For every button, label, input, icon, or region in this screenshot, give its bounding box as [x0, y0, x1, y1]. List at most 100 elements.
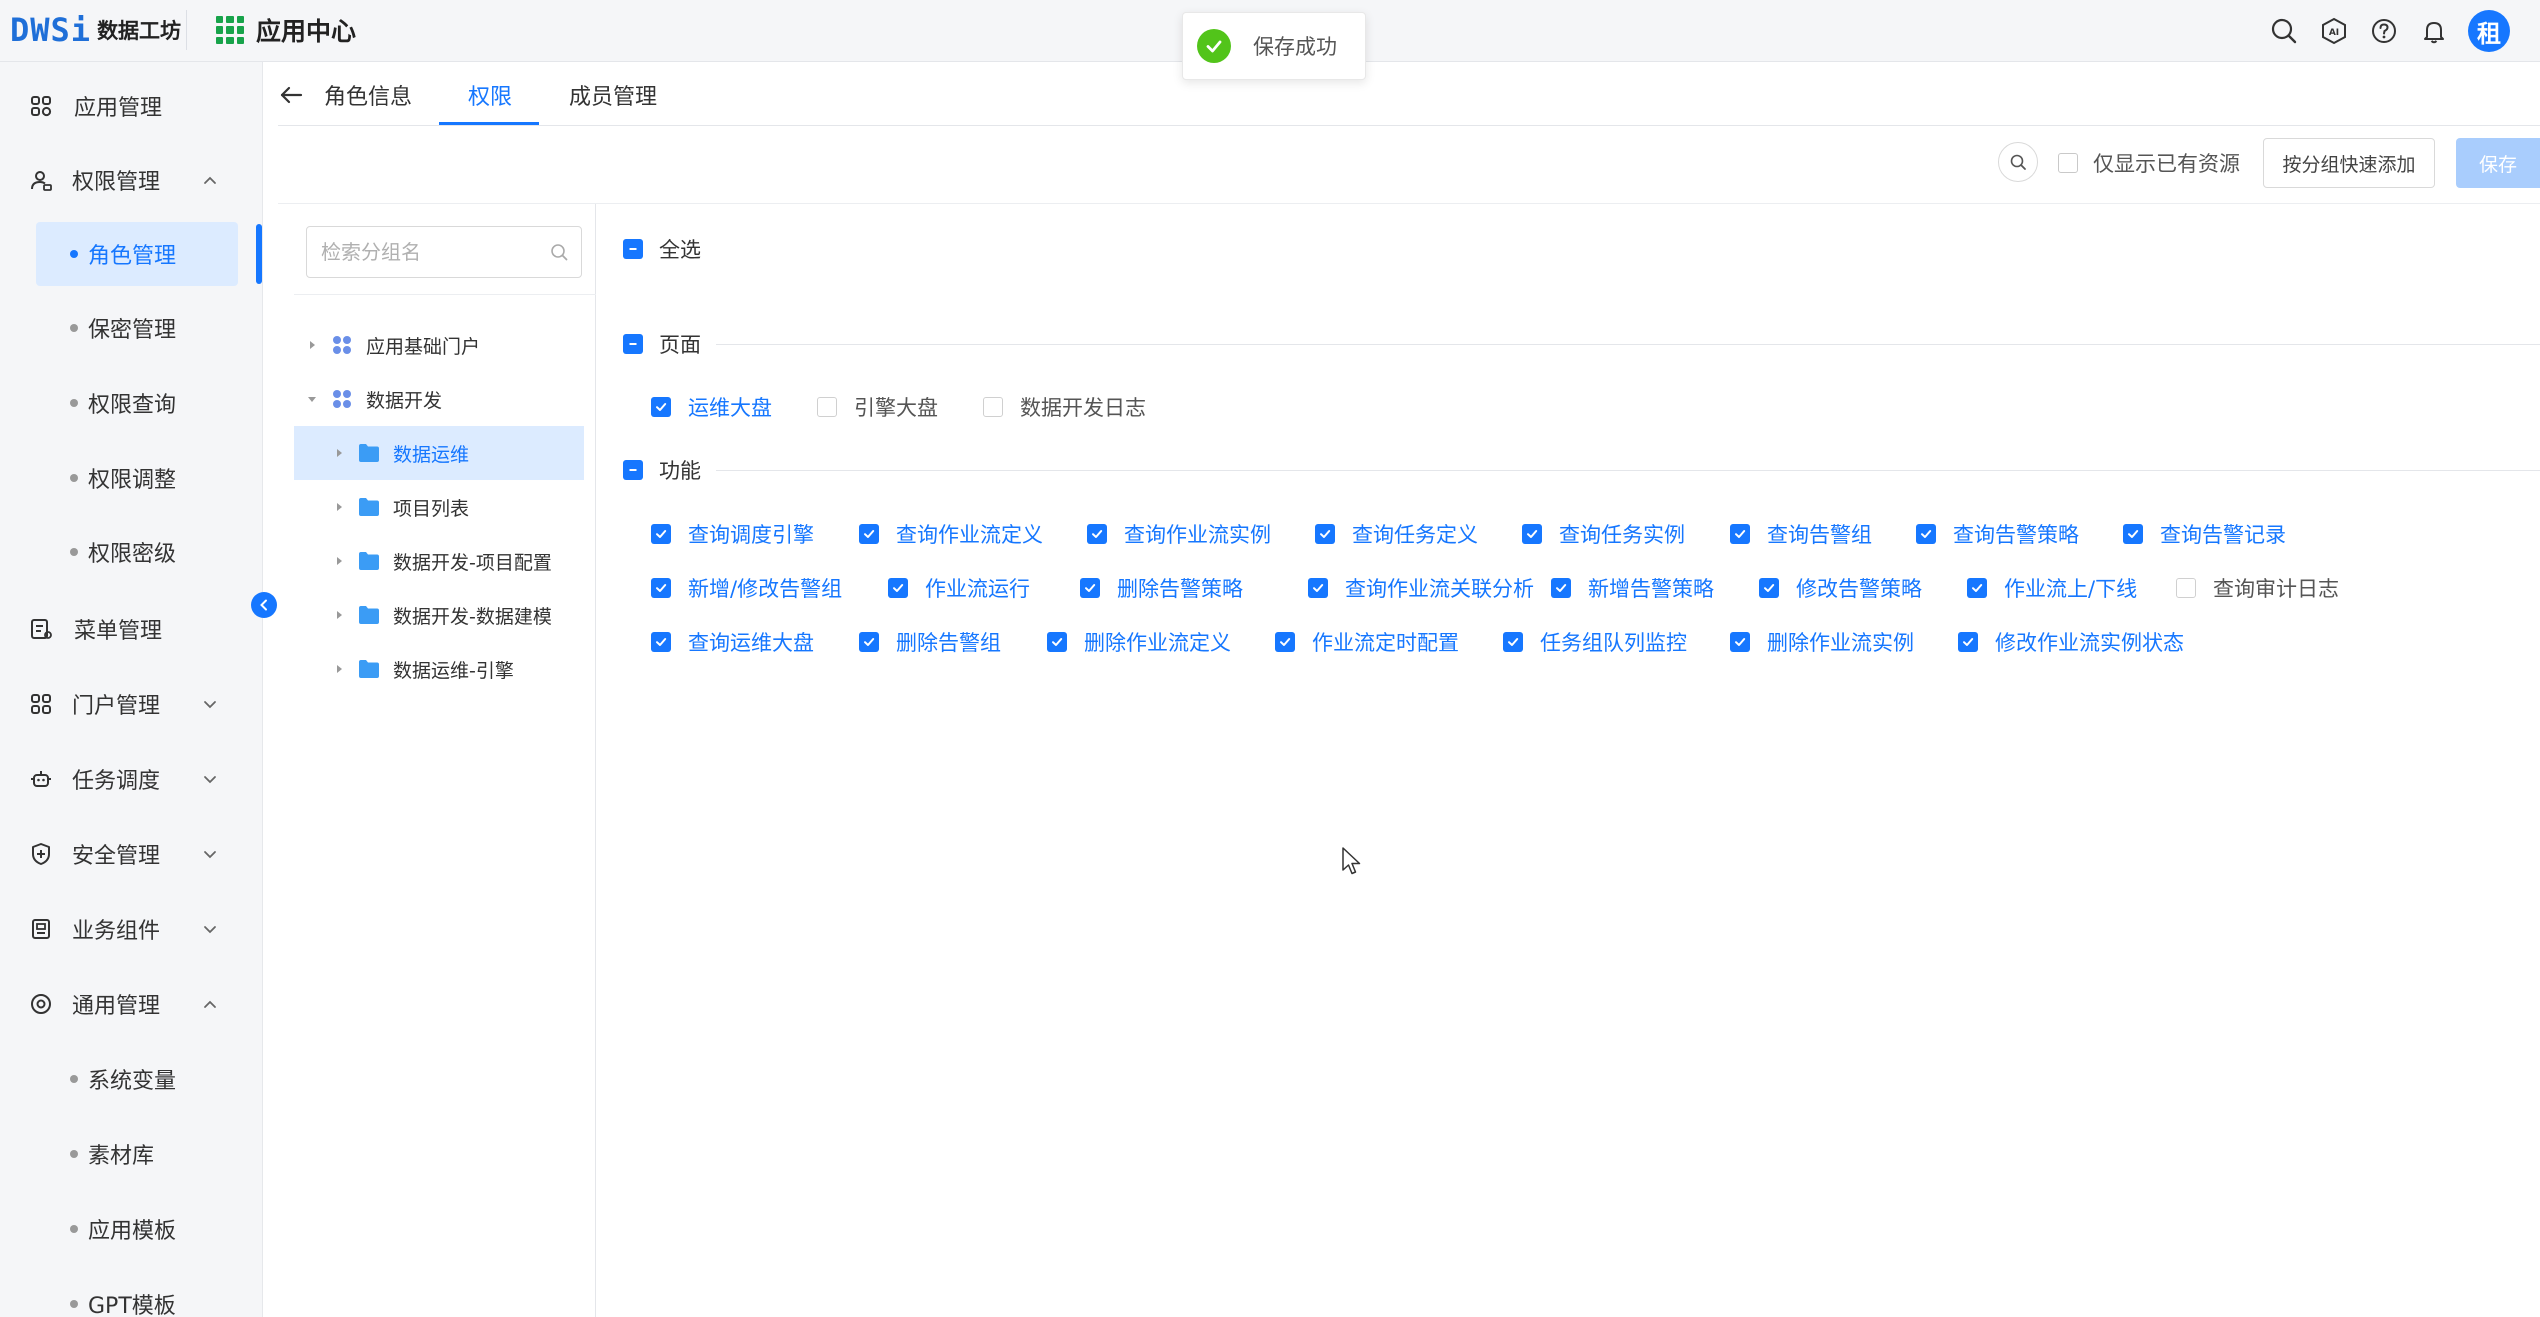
permission-checkbox[interactable]: [1275, 632, 1295, 652]
select-all[interactable]: 全选: [623, 234, 701, 264]
sidebar-subitem-permission-adjust[interactable]: 权限调整: [0, 446, 262, 510]
app-center-link[interactable]: 应用中心: [216, 10, 356, 50]
sidebar-subitem-permission-query[interactable]: 权限查询: [0, 371, 262, 435]
sidebar-subitem-system-variables[interactable]: 系统变量: [0, 1047, 262, 1111]
permission-checkbox[interactable]: [859, 524, 879, 544]
page-permission-item[interactable]: 运维大盘: [651, 392, 772, 422]
caret-right-icon[interactable]: [332, 662, 346, 676]
tree-node-data-modeling[interactable]: 数据开发-数据建模: [294, 588, 584, 642]
permission-checkbox[interactable]: [651, 632, 671, 652]
permission-checkbox[interactable]: [1308, 578, 1328, 598]
permission-checkbox[interactable]: [1315, 524, 1335, 544]
caret-right-icon[interactable]: [305, 338, 319, 352]
function-permission-item[interactable]: 新增/修改告警组: [651, 573, 842, 603]
sidebar-subitem-role-management[interactable]: 角色管理: [36, 222, 238, 286]
permission-checkbox[interactable]: [859, 632, 879, 652]
sidebar-item-general-management[interactable]: 通用管理: [0, 972, 262, 1036]
tree-node-data-ops[interactable]: 数据运维: [294, 426, 584, 480]
function-permission-item[interactable]: 查询作业流实例: [1087, 519, 1271, 549]
group-quick-add-button[interactable]: 按分组快速添加: [2263, 138, 2435, 188]
permission-checkbox[interactable]: [1087, 524, 1107, 544]
permission-checkbox[interactable]: [983, 397, 1003, 417]
permission-checkbox[interactable]: [1730, 632, 1750, 652]
sidebar-item-security-management[interactable]: 安全管理: [0, 822, 262, 886]
sidebar-item-permission-management[interactable]: 权限管理: [0, 148, 262, 212]
caret-right-icon[interactable]: [332, 554, 346, 568]
bell-icon[interactable]: [2418, 15, 2450, 47]
function-permission-item[interactable]: 查询告警组: [1730, 519, 1872, 549]
permission-checkbox[interactable]: [1967, 578, 1987, 598]
function-permission-item[interactable]: 查询任务实例: [1522, 519, 1685, 549]
caret-right-icon[interactable]: [332, 608, 346, 622]
permission-checkbox[interactable]: [651, 524, 671, 544]
search-icon[interactable]: [2268, 15, 2300, 47]
sidebar-item-app-management[interactable]: 应用管理: [0, 74, 262, 138]
sidebar-item-portal-management[interactable]: 门户管理: [0, 672, 262, 736]
function-permission-item[interactable]: 查询审计日志: [2176, 573, 2339, 603]
permission-checkbox[interactable]: [1080, 578, 1100, 598]
permission-checkbox[interactable]: [2176, 578, 2196, 598]
permission-checkbox[interactable]: [651, 397, 671, 417]
section-functions[interactable]: 功能: [623, 455, 701, 485]
function-permission-item[interactable]: 查询作业流定义: [859, 519, 1043, 549]
function-permission-item[interactable]: 修改告警策略: [1759, 573, 1922, 603]
caret-right-icon[interactable]: [332, 500, 346, 514]
function-permission-item[interactable]: 查询调度引擎: [651, 519, 814, 549]
function-permission-item[interactable]: 查询告警记录: [2123, 519, 2286, 549]
sidebar-subitem-asset-library[interactable]: 素材库: [0, 1122, 262, 1186]
pages-checkbox[interactable]: [623, 334, 643, 354]
function-permission-item[interactable]: 删除告警组: [859, 627, 1001, 657]
function-permission-item[interactable]: 查询告警策略: [1916, 519, 2079, 549]
sidebar-subitem-secrecy-management[interactable]: 保密管理: [0, 296, 262, 360]
permission-checkbox[interactable]: [1958, 632, 1978, 652]
only-existing-toggle[interactable]: 仅显示已有资源: [2058, 148, 2240, 178]
sidebar-item-menu-management[interactable]: 菜单管理: [0, 597, 262, 661]
help-icon[interactable]: [2368, 15, 2400, 47]
tree-node-project-list[interactable]: 项目列表: [294, 480, 584, 534]
caret-right-icon[interactable]: [332, 446, 346, 460]
back-arrow-icon[interactable]: [278, 82, 304, 108]
sidebar-item-task-scheduling[interactable]: 任务调度: [0, 747, 262, 811]
function-permission-item[interactable]: 删除作业流定义: [1047, 627, 1231, 657]
permission-checkbox[interactable]: [1047, 632, 1067, 652]
avatar[interactable]: 租: [2468, 10, 2510, 52]
permission-checkbox[interactable]: [888, 578, 908, 598]
function-permission-item[interactable]: 修改作业流实例状态: [1958, 627, 2184, 657]
group-search-input[interactable]: [321, 227, 541, 277]
permission-checkbox[interactable]: [817, 397, 837, 417]
sidebar-subitem-gpt-templates[interactable]: GPT模板: [0, 1272, 262, 1317]
tab-member-management[interactable]: 成员管理: [569, 64, 657, 126]
functions-checkbox[interactable]: [623, 460, 643, 480]
function-permission-item[interactable]: 新增告警策略: [1551, 573, 1714, 603]
permission-checkbox[interactable]: [1916, 524, 1936, 544]
search-button[interactable]: [1998, 142, 2038, 182]
tree-node-project-config[interactable]: 数据开发-项目配置: [294, 534, 584, 588]
function-permission-item[interactable]: 查询运维大盘: [651, 627, 814, 657]
function-permission-item[interactable]: 任务组队列监控: [1503, 627, 1687, 657]
function-permission-item[interactable]: 删除作业流实例: [1730, 627, 1914, 657]
page-permission-item[interactable]: 引擎大盘: [817, 392, 938, 422]
permission-checkbox[interactable]: [1522, 524, 1542, 544]
ai-icon[interactable]: AI: [2318, 15, 2350, 47]
section-pages[interactable]: 页面: [623, 329, 701, 359]
function-permission-item[interactable]: 查询作业流关联分析: [1308, 573, 1534, 603]
tab-permissions[interactable]: 权限: [468, 64, 512, 126]
permission-checkbox[interactable]: [651, 578, 671, 598]
sidebar-collapse-button[interactable]: [251, 592, 277, 618]
select-all-checkbox[interactable]: [623, 239, 643, 259]
function-permission-item[interactable]: 查询任务定义: [1315, 519, 1478, 549]
sidebar-subitem-app-templates[interactable]: 应用模板: [0, 1197, 262, 1261]
sidebar-item-business-components[interactable]: 业务组件: [0, 897, 262, 961]
sidebar-subitem-permission-level[interactable]: 权限密级: [0, 520, 262, 584]
permission-checkbox[interactable]: [1551, 578, 1571, 598]
logo[interactable]: DWSi 数据工坊: [10, 6, 181, 54]
function-permission-item[interactable]: 作业流定时配置: [1275, 627, 1459, 657]
function-permission-item[interactable]: 作业流运行: [888, 573, 1030, 603]
permission-checkbox[interactable]: [1730, 524, 1750, 544]
permission-checkbox[interactable]: [1503, 632, 1523, 652]
tree-node-ops-engine[interactable]: 数据运维-引擎: [294, 642, 584, 696]
caret-down-icon[interactable]: [305, 392, 319, 406]
tree-node-data-development[interactable]: 数据开发: [294, 372, 584, 426]
tree-node-app-portal[interactable]: 应用基础门户: [294, 318, 584, 372]
page-permission-item[interactable]: 数据开发日志: [983, 392, 1146, 422]
